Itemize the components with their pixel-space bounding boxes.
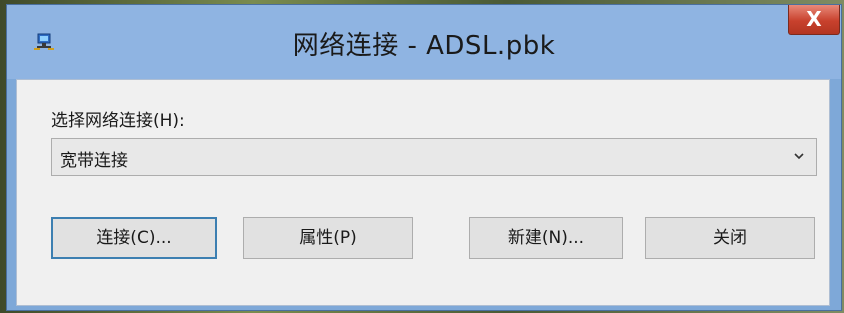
properties-button[interactable]: 属性(P)	[243, 217, 413, 259]
connection-dropdown-value: 宽带连接	[60, 151, 128, 171]
close-icon: X	[806, 7, 822, 31]
select-connection-label: 选择网络连接(H):	[51, 111, 185, 131]
title-bar[interactable]: 网络连接 - ADSL.pbk	[7, 5, 841, 79]
new-connection-button[interactable]: 新建(N)...	[469, 217, 623, 259]
chevron-down-icon	[794, 153, 804, 160]
close-button[interactable]: 关闭	[645, 217, 815, 259]
close-window-button[interactable]: X	[788, 5, 840, 35]
connection-dropdown[interactable]: 宽带连接	[51, 138, 817, 176]
window-title: 网络连接 - ADSL.pbk	[292, 31, 556, 61]
network-connections-dialog: 网络连接 - ADSL.pbk X 选择网络连接(H): 宽带连接 连接(C).…	[6, 4, 842, 311]
dialog-client-area: 选择网络连接(H): 宽带连接 连接(C)... 属性(P) 新建(N)... …	[16, 79, 830, 306]
connect-button[interactable]: 连接(C)...	[51, 217, 217, 259]
